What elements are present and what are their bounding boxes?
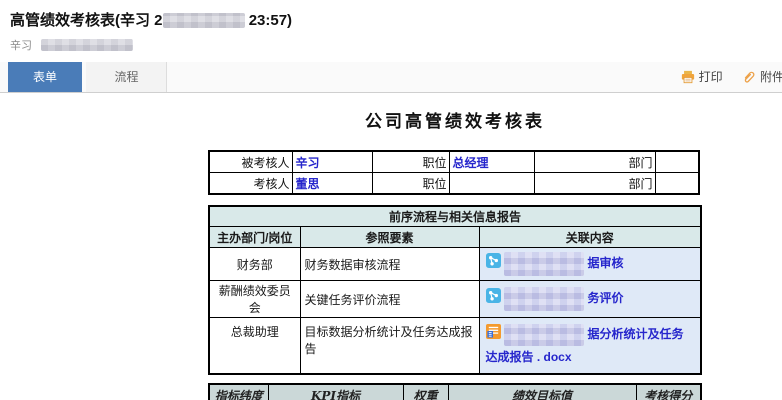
column-header-target: 绩效目标值 — [448, 384, 636, 400]
paperclip-icon — [742, 70, 760, 84]
docx-file-icon — [486, 324, 501, 346]
form-content: 公司高管绩效考核表 被考核人 辛习 职位 总经理 部门 考核人 董思 职位 部门 — [208, 107, 702, 400]
table-row: 薪酬绩效委员会 关键任务评价流程 务评价 — [209, 281, 701, 318]
position-label: 职位 — [372, 173, 449, 195]
position-value: 总经理 — [449, 151, 534, 173]
table-row: 考核人 董思 职位 部门 — [209, 173, 699, 195]
column-header-element: 参照要素 — [300, 227, 479, 248]
workflow-icon — [486, 288, 501, 310]
kpi-table: 指标纬度 KPI指标 权重 绩效目标值 考核得分 财务类 净资产回报率 15% … — [208, 383, 702, 400]
attachments-button[interactable]: 附件列 — [742, 62, 782, 92]
table-row: 财务部 财务数据审核流程 据审核 — [209, 248, 701, 281]
department-value — [655, 151, 699, 173]
redacted-link-text — [504, 287, 584, 311]
dept-cell: 财务部 — [209, 248, 300, 281]
dept-cell: 总裁助理 — [209, 318, 300, 374]
assessor-value: 董思 — [292, 173, 372, 195]
toolbar-actions: 打印 附件列 — [665, 62, 782, 92]
element-cell: 关键任务评价流程 — [300, 281, 479, 318]
department-value — [655, 173, 699, 195]
element-cell: 财务数据审核流程 — [300, 248, 479, 281]
process-info-table: 前序流程与相关信息报告 主办部门/岗位 参照要素 关联内容 财务部 财务数据审核… — [208, 205, 702, 375]
column-header-dept: 主办部门/岗位 — [209, 227, 300, 248]
page-header: 高管绩效考核表(辛习 2 23:57) 辛习 — [0, 0, 782, 53]
assessee-value: 辛习 — [292, 151, 372, 173]
related-link[interactable]: 据审核 — [588, 256, 624, 270]
linked-content-cell: 据审核 — [479, 248, 701, 281]
redacted-subtitle-text — [41, 39, 133, 51]
dept-cell: 薪酬绩效委员会 — [209, 281, 300, 318]
element-cell: 目标数据分析统计及任务达成报告 — [300, 318, 479, 374]
workflow-icon — [486, 253, 501, 275]
attachments-label: 附件列 — [760, 70, 782, 84]
process-table-title: 前序流程与相关信息报告 — [209, 206, 701, 227]
table-row: 被考核人 辛习 职位 总经理 部门 — [209, 151, 699, 173]
page-title: 高管绩效考核表(辛习 2 23:57) — [10, 9, 772, 30]
column-header-weight: 权重 — [403, 384, 448, 400]
print-label: 打印 — [699, 70, 723, 84]
assessee-label: 被考核人 — [209, 151, 292, 173]
position-label: 职位 — [372, 151, 449, 173]
column-header-kpi: KPI指标 — [268, 384, 403, 400]
tab-form[interactable]: 表单 — [8, 62, 82, 92]
redacted-link-text — [504, 252, 584, 276]
printer-icon — [681, 70, 699, 84]
table-row: 指标纬度 KPI指标 权重 绩效目标值 考核得分 — [209, 384, 701, 400]
assessor-label: 考核人 — [209, 173, 292, 195]
table-row: 前序流程与相关信息报告 — [209, 206, 701, 227]
column-header-score: 考核得分 — [636, 384, 701, 400]
column-header-dimension: 指标纬度 — [209, 384, 268, 400]
page-title-prefix: 高管绩效考核表(辛习 2 — [10, 12, 163, 29]
form-title: 公司高管绩效考核表 — [208, 107, 702, 132]
table-row: 主办部门/岗位 参照要素 关联内容 — [209, 227, 701, 248]
related-link[interactable]: 务评价 — [588, 291, 624, 305]
column-header-link: 关联内容 — [479, 227, 701, 248]
department-label: 部门 — [534, 173, 655, 195]
redacted-link-text — [504, 324, 584, 346]
page-title-suffix: 23:57) — [249, 12, 292, 29]
tab-flow[interactable]: 流程 — [86, 62, 167, 92]
table-row: 总裁助理 目标数据分析统计及任务达成报告 据分析统计及任务达成报告 . docx — [209, 318, 701, 374]
linked-content-cell: 务评价 — [479, 281, 701, 318]
position-value — [449, 173, 534, 195]
linked-content-cell: 据分析统计及任务达成报告 . docx — [479, 318, 701, 374]
print-button[interactable]: 打印 — [681, 62, 723, 92]
department-label: 部门 — [534, 151, 655, 173]
page-subtitle: 辛习 — [10, 37, 772, 53]
tab-bar: 表单 流程 打印 附件列 — [0, 62, 782, 93]
submitter-name: 辛习 — [10, 40, 32, 52]
assessee-info-table: 被考核人 辛习 职位 总经理 部门 考核人 董思 职位 部门 — [208, 150, 700, 195]
app-window: 高管绩效考核表(辛习 2 23:57) 辛习 表单 流程 打印 — [0, 0, 782, 400]
redacted-datetime — [163, 13, 245, 28]
